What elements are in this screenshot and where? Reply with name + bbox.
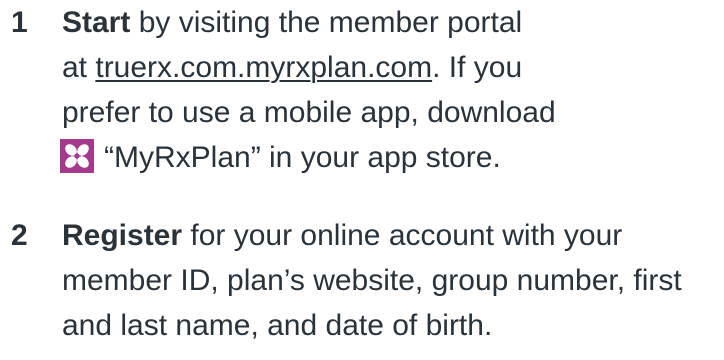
step-line: “MyRxPlan” in your app store. <box>60 135 722 180</box>
step-line: Start by visiting the member portal <box>62 0 722 45</box>
step-2: 2 Register for your online account with … <box>0 213 724 348</box>
instruction-steps: 1 Start by visiting the member portal at… <box>0 0 724 348</box>
step-lead: Start <box>62 6 131 39</box>
step-text-segment: by visiting the member portal <box>130 6 523 39</box>
step-text-segment: at <box>62 51 96 84</box>
step-line: prefer to use a mobile app, download <box>62 96 556 129</box>
step-number: 1 <box>11 6 28 39</box>
step-text-segment: for your online account with your <box>182 219 623 252</box>
step-line: Register for your online account with yo… <box>62 213 722 258</box>
step-number: 2 <box>11 219 28 252</box>
step-line: member ID, plan’s website, group number,… <box>62 264 682 297</box>
step-line: at truerx.com.myrxplan.com. If you <box>62 45 722 90</box>
step-text: Register for your online account with yo… <box>62 213 722 348</box>
step-1: 1 Start by visiting the member portal at… <box>0 0 724 180</box>
step-text: Start by visiting the member portal at t… <box>60 0 722 180</box>
member-portal-link[interactable]: truerx.com.myrxplan.com <box>95 51 432 84</box>
step-text-segment: . If you <box>432 51 523 84</box>
myrxplan-app-icon <box>60 139 94 173</box>
step-text-segment: “MyRxPlan” in your app store. <box>104 141 501 174</box>
step-lead: Register <box>62 219 183 252</box>
step-line: and last name, and date of birth. <box>62 309 493 342</box>
